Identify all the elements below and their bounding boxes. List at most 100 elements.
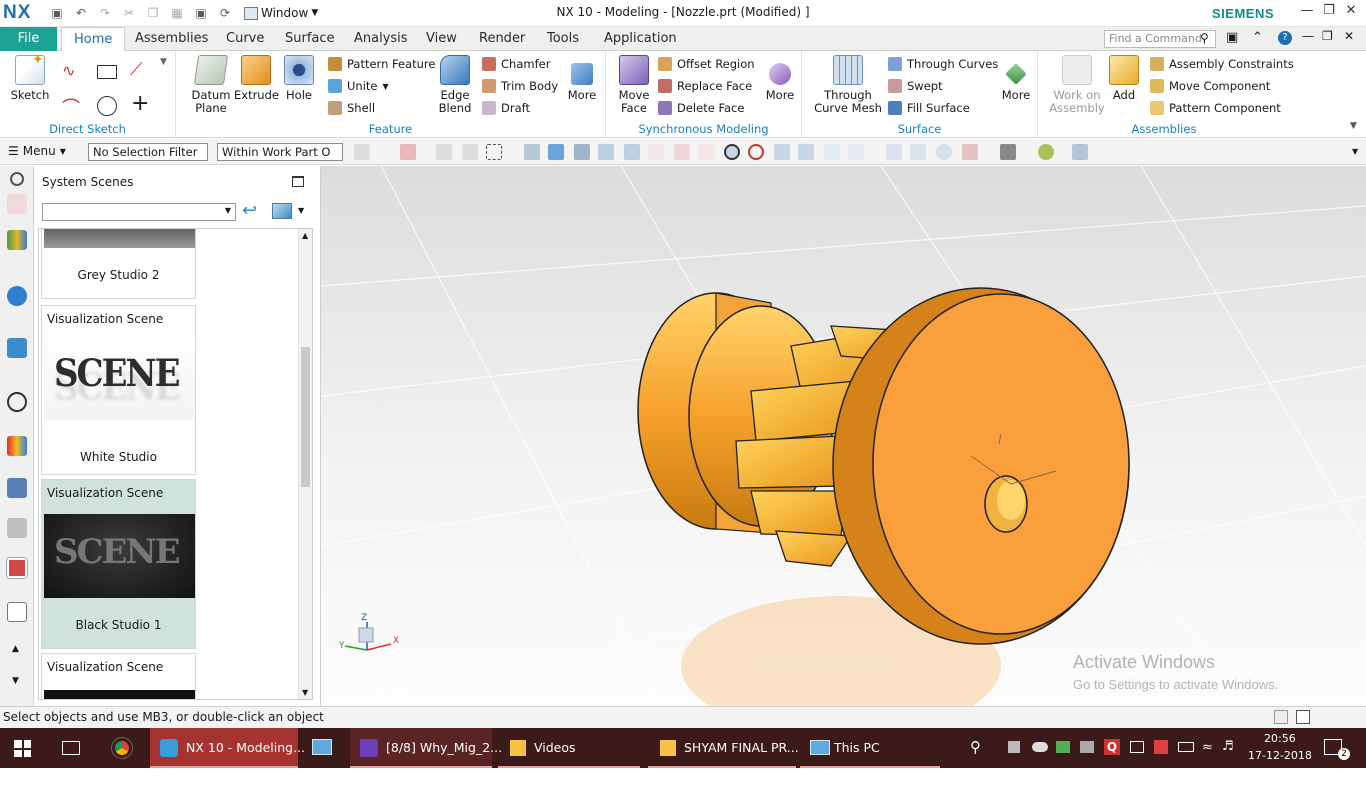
detail-filter-icon[interactable]: [462, 144, 478, 160]
scroll-up-icon[interactable]: ▲: [302, 231, 308, 240]
snap-all-icon[interactable]: [574, 144, 590, 160]
trim-body-button[interactable]: Trim Body: [482, 79, 558, 93]
menu-button[interactable]: ☰ Menu ▼: [8, 144, 66, 158]
rectangle-select-icon[interactable]: [486, 144, 502, 160]
tab-tools[interactable]: Tools: [547, 27, 579, 51]
touch-mode-icon[interactable]: ▣: [192, 4, 210, 22]
through-curve-mesh-button[interactable]: Through Curve Mesh: [814, 55, 882, 115]
paste-icon[interactable]: ▦: [168, 4, 186, 22]
chevron-down-icon[interactable]: ▼: [298, 206, 304, 215]
antivirus-icon[interactable]: Q: [1104, 739, 1120, 755]
replace-face-button[interactable]: Replace Face: [658, 79, 752, 93]
tab-curve[interactable]: Curve: [226, 27, 264, 51]
tab-surface[interactable]: Surface: [285, 27, 335, 51]
ribbon-options-icon[interactable]: ▣: [1226, 30, 1238, 45]
move-component-button[interactable]: Move Component: [1150, 79, 1270, 93]
point-icon[interactable]: +: [131, 91, 149, 116]
tab-application[interactable]: Application: [604, 27, 677, 51]
roles-icon[interactable]: [7, 478, 27, 498]
copy-icon[interactable]: ❐: [144, 4, 162, 22]
cut-icon[interactable]: ✂: [120, 4, 138, 22]
view-options-icon[interactable]: [272, 203, 292, 219]
line-icon[interactable]: ⟋: [130, 59, 143, 80]
blank-page-icon[interactable]: [7, 602, 27, 622]
extrude-button[interactable]: Extrude: [234, 55, 279, 102]
system-scenes-icon[interactable]: [6, 557, 28, 579]
datum-plane-button[interactable]: Datum Plane: [190, 55, 232, 115]
assembly-constraints-button[interactable]: Assembly Constraints: [1150, 57, 1294, 71]
minimize-button[interactable]: —: [1296, 3, 1318, 23]
snap-quadrant-icon[interactable]: [748, 144, 764, 160]
general-selection-icon[interactable]: [354, 144, 370, 160]
through-curves-button[interactable]: Through Curves: [888, 57, 998, 71]
task-view-icon[interactable]: [62, 741, 80, 755]
system-materials-icon[interactable]: [7, 518, 27, 538]
doc-close-button[interactable]: ✕: [1344, 29, 1354, 43]
hole-button[interactable]: Hole: [284, 55, 314, 102]
repeat-command-icon[interactable]: ⟳: [216, 4, 234, 22]
offset-region-button[interactable]: Offset Region: [658, 57, 755, 71]
search-icon[interactable]: ⚲: [1200, 31, 1209, 45]
unite-button[interactable]: Unite ▼: [328, 79, 389, 93]
snap-on-curve-icon[interactable]: [798, 144, 814, 160]
type-filter-icon[interactable]: [400, 144, 416, 160]
window-menu[interactable]: Window ▼: [244, 6, 318, 20]
tab-render[interactable]: Render: [479, 27, 525, 51]
snap-center-icon[interactable]: [724, 144, 740, 160]
snap-tangent-icon[interactable]: [698, 144, 714, 160]
gear-icon[interactable]: [10, 172, 24, 186]
network-share-icon[interactable]: [1056, 741, 1070, 753]
snap-intersection-icon[interactable]: [674, 144, 690, 160]
tab-file[interactable]: File: [0, 27, 57, 51]
scene-card-grey-studio-2[interactable]: Grey Studio 2: [41, 229, 196, 299]
collapse-ribbon-icon[interactable]: ⌃: [1252, 30, 1263, 45]
toolbar-overflow-icon[interactable]: ▼: [1352, 147, 1358, 156]
tab-assemblies[interactable]: Assemblies: [135, 27, 208, 51]
snap-face-icon[interactable]: [824, 144, 840, 160]
sync-more-button[interactable]: More: [762, 55, 798, 102]
work-on-assembly-button[interactable]: Work on Assembly: [1048, 55, 1106, 115]
back-arrow-icon[interactable]: ↩: [242, 200, 257, 221]
add-component-button[interactable]: Add: [1108, 55, 1140, 102]
select-body-icon[interactable]: [548, 144, 564, 160]
scroll-down-icon[interactable]: ▼: [12, 676, 19, 686]
reuse-library-icon[interactable]: [7, 230, 27, 250]
palette-icon[interactable]: [7, 436, 27, 456]
scene-filter-dropdown[interactable]: ▼: [42, 203, 236, 221]
edge-blend-button[interactable]: Edge Blend: [434, 55, 476, 115]
rectangle-icon[interactable]: [97, 65, 117, 79]
people-icon[interactable]: ⚲: [970, 738, 981, 778]
help-icon[interactable]: ?: [1278, 31, 1292, 45]
status-icon-b[interactable]: [1296, 710, 1310, 724]
delete-face-button[interactable]: Delete Face: [658, 101, 744, 115]
snap-midpoint-icon[interactable]: [624, 144, 640, 160]
selection-filter-dropdown[interactable]: No Selection Filter: [88, 143, 208, 161]
tab-analysis[interactable]: Analysis: [354, 27, 408, 51]
clock-icon[interactable]: [7, 392, 27, 412]
scene-card-visualization[interactable]: Visualization Scene: [41, 653, 196, 699]
scene-card-black-studio-1[interactable]: Visualization Scene SCENE Black Studio 1: [41, 479, 196, 649]
clock-date[interactable]: 17-12-2018: [1248, 749, 1312, 789]
cloud-icon[interactable]: [1032, 742, 1048, 752]
selection-scope-dropdown[interactable]: Within Work Part O: [217, 143, 343, 161]
chrome-icon[interactable]: [111, 737, 133, 759]
scene-card-white-studio[interactable]: Visualization Scene SCENE White Studio: [41, 305, 196, 475]
swept-button[interactable]: Swept: [888, 79, 943, 93]
sketch-button[interactable]: ✦ Sketch: [8, 53, 52, 102]
orient-view-icon[interactable]: [962, 144, 978, 160]
pattern-component-button[interactable]: Pattern Component: [1150, 101, 1281, 115]
close-button[interactable]: ✕: [1340, 3, 1362, 23]
taskbar-item-video[interactable]: [8/8] Why_Mig_2...: [350, 728, 502, 768]
redo-icon[interactable]: ↷: [96, 4, 114, 22]
arc-icon[interactable]: ⌒: [62, 94, 80, 120]
surface-more-button[interactable]: More: [998, 55, 1034, 102]
taskbar-item-videos[interactable]: Videos: [498, 728, 640, 768]
save-icon[interactable]: ▣: [48, 4, 66, 22]
restore-button[interactable]: ❐: [1318, 3, 1340, 23]
snap-point-icon[interactable]: [774, 144, 790, 160]
view-section-icon[interactable]: [1072, 144, 1088, 160]
volume-icon[interactable]: ♬: [1222, 739, 1234, 779]
scroll-down-icon[interactable]: ▼: [302, 688, 308, 697]
tab-home[interactable]: Home: [61, 27, 126, 52]
scene-list-scrollbar[interactable]: ▲ ▼: [298, 229, 312, 699]
